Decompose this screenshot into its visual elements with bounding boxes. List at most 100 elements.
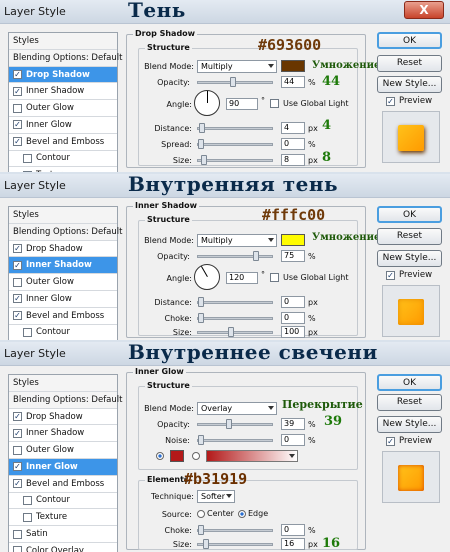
new-style-button[interactable]: New Style... (377, 76, 442, 93)
checkbox-icon[interactable]: ✓ (13, 137, 22, 147)
blend-mode-select[interactable]: Overlay (197, 402, 277, 415)
choke-slider-thumb[interactable] (198, 313, 204, 323)
style-item-styles[interactable]: Styles (9, 33, 117, 50)
checkbox-icon[interactable]: ✓ (13, 120, 22, 130)
use-global-light-checkbox[interactable]: Use Global Light (270, 99, 349, 108)
choke-slider[interactable] (197, 313, 273, 323)
style-item-texture[interactable]: Texture (9, 167, 117, 172)
ok-button[interactable]: OK (377, 374, 442, 391)
glow-color-swatch[interactable] (170, 450, 184, 462)
checkbox-icon[interactable] (23, 153, 32, 163)
size-slider-thumb[interactable] (228, 327, 234, 337)
use-global-light-checkbox[interactable]: Use Global Light (270, 273, 349, 282)
distance-input[interactable]: 4 (281, 122, 305, 134)
checkbox-icon[interactable]: ✓ (13, 86, 22, 96)
size-slider[interactable] (197, 327, 273, 337)
reset-button[interactable]: Reset (377, 55, 442, 72)
distance-input[interactable]: 0 (281, 296, 305, 308)
opacity-slider[interactable] (197, 251, 273, 261)
size-slider-thumb[interactable] (203, 539, 209, 549)
style-item-outer-glow[interactable]: Outer Glow (9, 442, 117, 459)
source-edge-radio[interactable]: Edge (238, 509, 268, 518)
ok-button[interactable]: OK (377, 32, 442, 49)
shadow-color-swatch[interactable] (281, 234, 305, 246)
distance-slider-thumb[interactable] (199, 123, 205, 133)
noise-slider[interactable] (197, 435, 273, 445)
checkbox-icon[interactable] (13, 103, 22, 113)
style-item-satin[interactable]: Satin (9, 526, 117, 543)
checkbox-icon[interactable]: ✓ (13, 69, 22, 79)
size-slider-thumb[interactable] (201, 155, 207, 165)
style-item-inner-glow[interactable]: ✓ Inner Glow (9, 291, 117, 308)
preview-checkbox[interactable]: ✓ Preview (386, 96, 432, 106)
style-item-drop-shadow[interactable]: ✓ Drop Shadow (9, 409, 117, 426)
opacity-slider[interactable] (197, 419, 273, 429)
distance-slider[interactable] (197, 297, 273, 307)
blend-mode-select[interactable]: Multiply (197, 60, 277, 73)
style-item-blending-options-default[interactable]: Blending Options: Default (9, 391, 122, 409)
checkbox-icon[interactable]: ✓ (13, 294, 22, 304)
checkbox-icon[interactable] (23, 170, 32, 172)
style-item-outer-glow[interactable]: Outer Glow (9, 274, 117, 291)
choke-input[interactable]: 0 (281, 312, 305, 324)
style-item-contour[interactable]: Contour (9, 325, 117, 340)
spread-slider[interactable] (197, 139, 273, 149)
spread-slider-thumb[interactable] (198, 139, 204, 149)
checkbox-icon[interactable]: ✓ (13, 462, 22, 472)
choke-slider[interactable] (197, 525, 273, 535)
size-input[interactable]: 8 (281, 154, 305, 166)
checkbox-icon[interactable] (23, 512, 32, 522)
style-item-blending-options-default[interactable]: Blending Options: Default (9, 223, 122, 241)
style-item-inner-shadow[interactable]: ✓ Inner Shadow (9, 257, 117, 275)
checkbox-icon[interactable] (13, 277, 22, 287)
gradient-swatch[interactable] (206, 450, 298, 462)
source-center-radio[interactable]: Center (197, 509, 234, 518)
opacity-input[interactable]: 39 (281, 418, 305, 430)
style-item-contour[interactable]: Contour (9, 151, 117, 168)
style-item-contour[interactable]: Contour (9, 493, 117, 510)
opacity-input[interactable]: 44 (281, 76, 305, 88)
style-item-bevel-and-emboss[interactable]: ✓ Bevel and Emboss (9, 134, 117, 151)
style-item-inner-glow[interactable]: ✓ Inner Glow (9, 458, 117, 476)
distance-slider-thumb[interactable] (198, 297, 204, 307)
checkbox-icon[interactable]: ✓ (13, 479, 22, 489)
opacity-slider-thumb[interactable] (253, 251, 259, 261)
style-item-drop-shadow[interactable]: ✓ Drop Shadow (9, 241, 117, 258)
style-item-inner-glow[interactable]: ✓ Inner Glow (9, 117, 117, 134)
style-item-blending-options-default[interactable]: Blending Options: Default (9, 49, 122, 67)
ok-button[interactable]: OK (377, 206, 442, 223)
reset-button[interactable]: Reset (377, 228, 442, 245)
checkbox-icon[interactable] (23, 327, 32, 337)
style-item-inner-shadow[interactable]: ✓ Inner Shadow (9, 425, 117, 443)
technique-select[interactable]: Softer (197, 490, 235, 503)
style-item-inner-shadow[interactable]: ✓ Inner Shadow (9, 83, 117, 101)
checkbox-icon[interactable] (13, 445, 22, 455)
checkbox-icon[interactable]: ✓ (13, 260, 22, 270)
preview-checkbox[interactable]: ✓ Preview (386, 436, 432, 446)
distance-slider[interactable] (197, 123, 273, 133)
checkbox-icon[interactable] (13, 529, 22, 539)
solid-color-radio[interactable] (156, 452, 164, 460)
checkbox-icon[interactable]: ✓ (13, 411, 22, 421)
checkbox-icon[interactable] (13, 546, 22, 552)
noise-slider-thumb[interactable] (198, 435, 204, 445)
noise-input[interactable]: 0 (281, 434, 305, 446)
blend-mode-select[interactable]: Multiply (197, 234, 277, 247)
choke-input[interactable]: 0 (281, 524, 305, 536)
new-style-button[interactable]: New Style... (377, 250, 442, 267)
shadow-color-swatch[interactable] (281, 60, 305, 72)
spread-input[interactable]: 0 (281, 138, 305, 150)
style-item-styles[interactable]: Styles (9, 207, 117, 224)
preview-checkbox[interactable]: ✓ Preview (386, 270, 432, 280)
size-slider[interactable] (197, 539, 273, 549)
opacity-slider-thumb[interactable] (226, 419, 232, 429)
style-item-drop-shadow[interactable]: ✓ Drop Shadow (9, 66, 117, 84)
opacity-slider-thumb[interactable] (230, 77, 236, 87)
size-slider[interactable] (197, 155, 273, 165)
size-input[interactable]: 16 (281, 538, 305, 550)
checkbox-icon[interactable]: ✓ (13, 243, 22, 253)
style-item-outer-glow[interactable]: Outer Glow (9, 100, 117, 117)
close-button[interactable]: X (404, 1, 444, 19)
choke-slider-thumb[interactable] (198, 525, 204, 535)
checkbox-icon[interactable]: ✓ (13, 428, 22, 438)
